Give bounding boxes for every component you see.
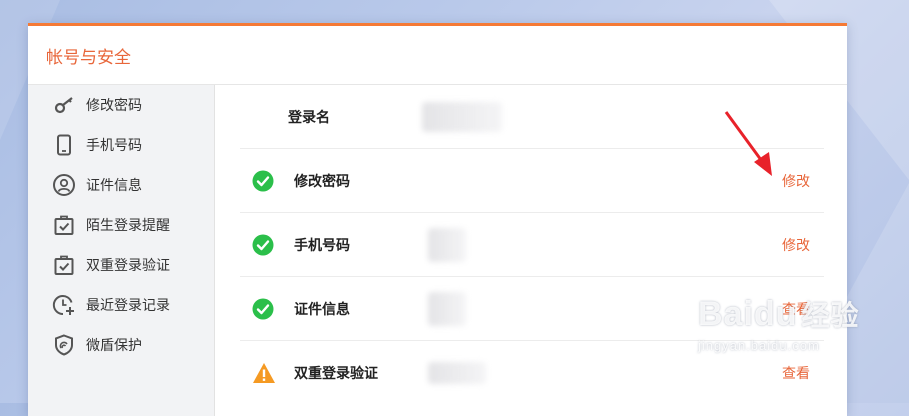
edit-phone-link[interactable]: 修改 [782, 235, 810, 255]
id-user-icon [52, 173, 76, 197]
baidu-jingyan-watermark: Baidu 经验 jingyan.baidu.com [698, 294, 898, 384]
shield-icon [52, 333, 76, 357]
sidebar-item-stranger-login[interactable]: 陌生登录提醒 [28, 205, 214, 245]
check-circle-icon [240, 170, 292, 192]
watermark-cn-text: 经验 [801, 300, 860, 331]
row-label: 双重登录验证 [294, 365, 378, 382]
sidebar-item-label: 修改密码 [86, 98, 142, 114]
row-phone: 手机号码 修改 [240, 213, 824, 277]
check-circle-icon [240, 234, 292, 256]
red-arrow-annotation [724, 111, 772, 176]
sidebar-item-label: 手机号码 [86, 138, 142, 154]
watermark-url: jingyan.baidu.com [698, 338, 820, 353]
sidebar-item-shield-protect[interactable]: 微盾保护 [28, 325, 214, 365]
warning-icon [240, 362, 292, 384]
row-label: 登录名 [288, 109, 330, 126]
watermark-brand: Baidu 经验 [698, 294, 898, 334]
clock-plus-icon [52, 293, 76, 317]
sidebar-item-label: 微盾保护 [86, 338, 142, 354]
sidebar-item-label: 陌生登录提醒 [86, 218, 170, 234]
bag-check-icon [52, 213, 76, 237]
redacted-value [422, 101, 502, 132]
sidebar-item-phone[interactable]: 手机号码 [28, 125, 214, 165]
row-label: 手机号码 [294, 237, 350, 254]
row-label: 证件信息 [294, 301, 350, 318]
redacted-value [428, 361, 486, 384]
phone-icon [52, 133, 76, 157]
bag-check-icon [52, 253, 76, 277]
sidebar-item-two-factor[interactable]: 双重登录验证 [28, 245, 214, 285]
key-icon [52, 93, 76, 117]
edit-password-link[interactable]: 修改 [782, 171, 810, 191]
row-label: 修改密码 [294, 173, 350, 190]
sidebar-item-recent-login[interactable]: 最近登录记录 [28, 285, 214, 325]
sidebar: 修改密码 手机号码 证件信息 陌生登录提醒 双重登录验证 最近登录记录 微盾保护 [28, 85, 215, 416]
check-circle-icon [240, 298, 292, 320]
sidebar-item-change-password[interactable]: 修改密码 [28, 85, 214, 125]
redacted-value [428, 291, 466, 326]
redacted-value [428, 227, 466, 262]
panel-header: 帐号与安全 [28, 26, 847, 85]
sidebar-item-label: 最近登录记录 [86, 298, 170, 314]
page-title: 帐号与安全 [46, 47, 131, 68]
sidebar-item-id-info[interactable]: 证件信息 [28, 165, 214, 205]
sidebar-item-label: 双重登录验证 [86, 258, 170, 274]
sidebar-item-label: 证件信息 [86, 178, 142, 194]
watermark-brand-text: Baidu [698, 294, 798, 333]
